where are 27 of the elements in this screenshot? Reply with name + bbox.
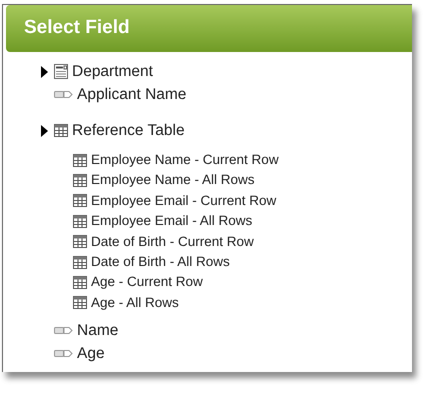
table-icon xyxy=(54,124,68,137)
tag-icon xyxy=(54,349,73,358)
panel-title: Select Field xyxy=(6,5,412,52)
table-icon xyxy=(73,214,87,228)
table-icon xyxy=(73,194,87,208)
column-item[interactable]: Age - All Rows xyxy=(91,292,179,314)
field-item[interactable]: Department xyxy=(72,60,153,84)
field-item[interactable]: Name xyxy=(77,319,118,342)
form-icon xyxy=(54,64,68,79)
table-icon xyxy=(73,235,87,248)
table-icon xyxy=(73,154,87,167)
column-item[interactable]: Age - Current Row xyxy=(91,272,203,293)
tag-icon xyxy=(54,326,73,336)
table-icon xyxy=(73,256,87,269)
table-icon xyxy=(73,276,87,290)
table-icon xyxy=(73,174,87,188)
tag-icon xyxy=(54,90,73,99)
table-icon xyxy=(73,296,87,310)
column-item[interactable]: Date of Birth - Current Row xyxy=(91,232,254,252)
field-item[interactable]: Reference Table xyxy=(72,118,185,142)
column-item[interactable]: Employee Email - Current Row xyxy=(91,190,276,212)
column-item[interactable]: Date of Birth - All Rows xyxy=(91,252,230,272)
column-item[interactable]: Employee Name - All Rows xyxy=(91,170,255,191)
column-item[interactable]: Employee Email - All Rows xyxy=(91,211,252,232)
field-item[interactable]: Age xyxy=(77,342,105,366)
column-item[interactable]: Employee Name - Current Row xyxy=(91,150,279,170)
field-item[interactable]: Applicant Name xyxy=(77,82,186,106)
